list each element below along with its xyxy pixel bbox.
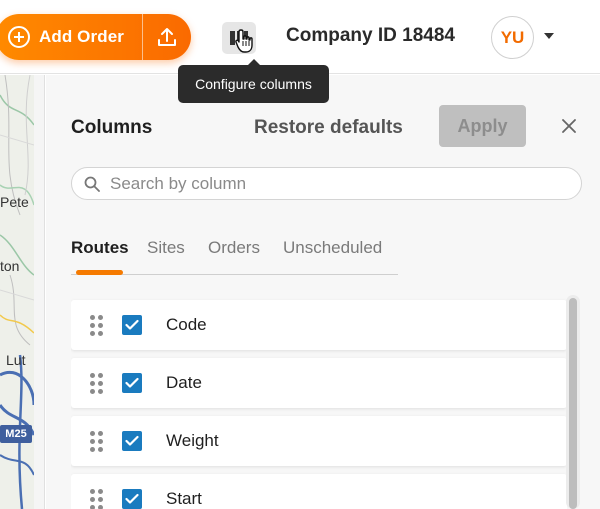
tab-routes[interactable]: Routes <box>71 238 129 258</box>
map-place-label: ton <box>0 258 20 274</box>
column-checkbox[interactable] <box>122 373 142 393</box>
checkmark-icon <box>125 377 139 388</box>
column-label: Code <box>166 315 207 334</box>
column-label: Start <box>166 489 202 508</box>
tab-orders[interactable]: Orders <box>208 238 260 258</box>
column-label: Date <box>166 373 202 392</box>
map-roads <box>0 75 34 509</box>
tab-sites[interactable]: Sites <box>147 238 185 258</box>
motorway-shield: M25 <box>0 425 32 443</box>
list-item: Weight <box>71 416 567 466</box>
add-order-label: Add Order <box>39 27 124 46</box>
column-label: Weight <box>166 431 219 450</box>
restore-defaults-button[interactable]: Restore defaults <box>254 117 403 139</box>
add-order-split-button: Add Order <box>0 14 191 60</box>
checkmark-icon <box>125 435 139 446</box>
drag-handle-icon[interactable] <box>90 489 104 509</box>
search-icon <box>84 176 100 192</box>
column-tabs: Routes Sites Orders Unscheduled <box>71 235 398 275</box>
list-scrollbar[interactable] <box>566 295 580 509</box>
close-icon[interactable] <box>560 117 578 135</box>
list-item: Code <box>71 300 567 350</box>
map-place-label: Pete <box>0 194 29 210</box>
checkmark-icon <box>125 319 139 330</box>
active-tab-indicator <box>76 270 123 275</box>
list-item: Start <box>71 474 567 509</box>
scrollbar-thumb[interactable] <box>569 298 577 509</box>
panel-resize-handle[interactable] <box>34 75 45 509</box>
column-config-panel: Columns Restore defaults Apply Routes Si… <box>46 75 600 509</box>
add-order-button[interactable]: Add Order <box>0 14 142 60</box>
drag-handle-icon[interactable] <box>90 431 104 452</box>
tab-unscheduled[interactable]: Unscheduled <box>283 238 382 258</box>
column-checkbox[interactable] <box>122 315 142 335</box>
chevron-down-icon[interactable] <box>544 33 554 39</box>
configure-columns-tooltip: Configure columns <box>178 59 329 103</box>
column-list: Code Date Weight Start <box>71 298 567 509</box>
drag-handle-icon[interactable] <box>90 373 104 394</box>
user-avatar[interactable]: YU <box>491 16 534 59</box>
drag-handle-icon[interactable] <box>90 315 104 336</box>
map-place-label: Lut <box>6 352 26 368</box>
list-item: Date <box>71 358 567 408</box>
apply-button[interactable]: Apply <box>439 105 526 147</box>
checkmark-icon <box>125 493 139 504</box>
top-bar: Add Order Company ID 18484 YU <box>0 0 600 74</box>
panel-title: Columns <box>71 117 153 138</box>
hand-pointer-icon <box>235 29 253 53</box>
upload-icon <box>158 28 176 46</box>
plus-circle-icon <box>8 26 30 48</box>
upload-button[interactable] <box>143 14 191 60</box>
company-id-label: Company ID 18484 <box>286 25 455 46</box>
map-view[interactable]: Pete ton Lut M25 <box>0 75 34 509</box>
search-input[interactable] <box>110 173 550 194</box>
column-search <box>71 167 582 200</box>
column-checkbox[interactable] <box>122 489 142 509</box>
column-checkbox[interactable] <box>122 431 142 451</box>
